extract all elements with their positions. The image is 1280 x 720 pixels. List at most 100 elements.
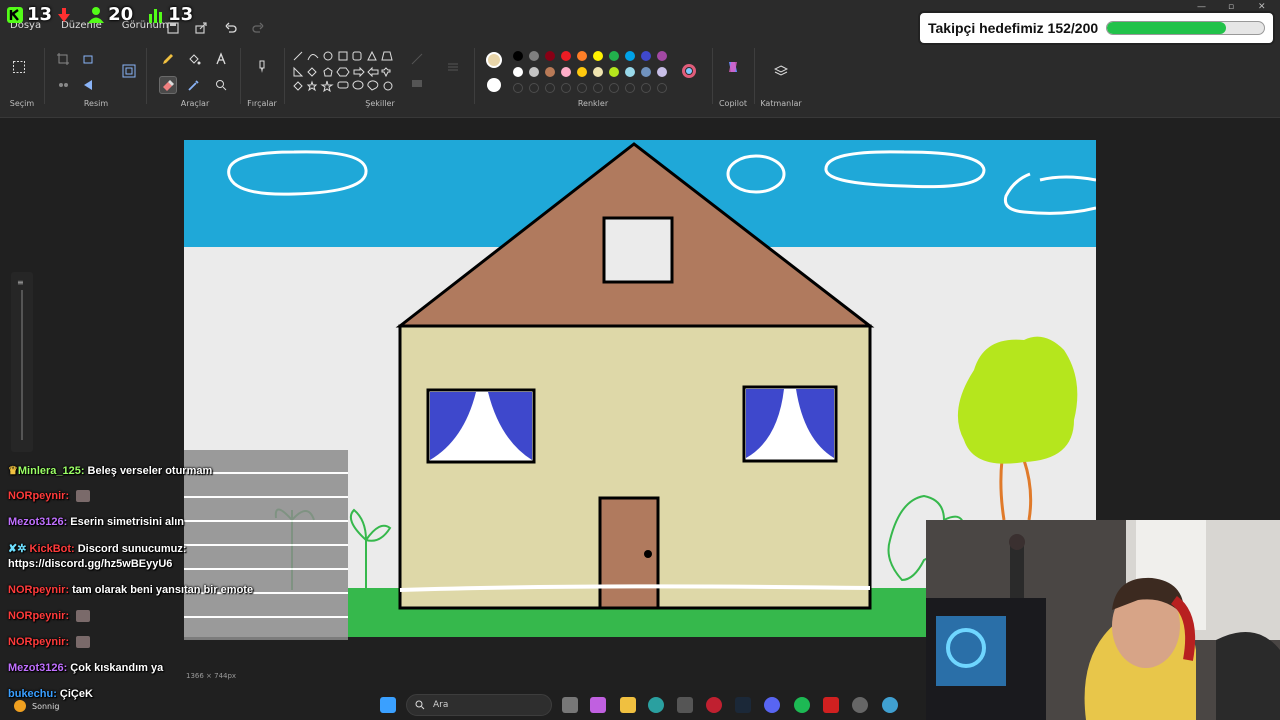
- ribbon-divider: [712, 48, 713, 104]
- brush-icon[interactable]: [253, 58, 271, 76]
- color-swatch[interactable]: [641, 67, 651, 77]
- color-swatch[interactable]: [657, 67, 667, 77]
- pencil-icon[interactable]: [159, 50, 177, 68]
- color-picker-icon[interactable]: [185, 76, 203, 94]
- flip-icon[interactable]: [80, 76, 98, 94]
- goal-progress-fill: [1107, 22, 1227, 34]
- color-swatch[interactable]: [561, 67, 571, 77]
- chat-message: NORpeynir: tam olarak beni yansıtan bir e…: [8, 584, 254, 596]
- emote-icon: [76, 636, 91, 649]
- chat-message: NORpeynir:: [8, 490, 91, 503]
- ribbon-divider: [754, 48, 755, 104]
- color-swatch[interactable]: [545, 51, 555, 61]
- stat-peak: 13: [147, 4, 193, 25]
- color-swatch[interactable]: [657, 51, 667, 61]
- color-swatch[interactable]: [577, 67, 587, 77]
- door-knob: [644, 550, 652, 558]
- obs-icon[interactable]: [852, 697, 868, 713]
- background-remove-icon[interactable]: [120, 62, 138, 80]
- color-swatch[interactable]: [561, 51, 571, 61]
- color-swatch[interactable]: [593, 83, 603, 93]
- layers-icon[interactable]: [772, 62, 790, 80]
- color-swatch[interactable]: [545, 83, 555, 93]
- paint-icon[interactable]: [882, 697, 898, 713]
- goal-progress-bar: [1106, 21, 1265, 35]
- color-swatch[interactable]: [577, 51, 587, 61]
- color-swatch[interactable]: [593, 67, 603, 77]
- eraser-icon[interactable]: [159, 76, 177, 94]
- color-swatch[interactable]: [529, 67, 539, 77]
- webcam-feed: [926, 520, 1280, 720]
- color-swatch[interactable]: [513, 51, 523, 61]
- copilot-taskbar-icon[interactable]: [590, 697, 606, 713]
- steam-icon[interactable]: [735, 697, 751, 713]
- chat-message: NORpeynir:: [8, 610, 91, 623]
- color-swatch[interactable]: [609, 83, 619, 93]
- goal-text: Takipçi hedefimiz 152/200: [928, 20, 1099, 36]
- color-swatch[interactable]: [561, 83, 571, 93]
- group-brushes: Fırçalar: [242, 44, 282, 114]
- opera-icon[interactable]: [706, 697, 722, 713]
- stat-viewers: 20: [87, 4, 133, 25]
- taskbar-search[interactable]: Ara: [406, 694, 552, 716]
- color-swatch[interactable]: [641, 83, 651, 93]
- color-swatch[interactable]: [513, 67, 523, 77]
- edge-icon[interactable]: [648, 697, 664, 713]
- slider-handle-icon[interactable]: ≡: [17, 278, 27, 287]
- color-swatch[interactable]: [641, 51, 651, 61]
- rotate-icon[interactable]: [54, 76, 72, 94]
- chat-message: ♛Minlera_125: Beleş verseler oturmam: [8, 465, 213, 477]
- zoom-slider[interactable]: ≡: [11, 272, 33, 452]
- weather-widget[interactable]: Sonnig: [14, 700, 59, 712]
- fill-icon[interactable]: [185, 50, 203, 68]
- color-swatch[interactable]: [513, 83, 523, 93]
- color-swatch[interactable]: [609, 67, 619, 77]
- file-explorer-icon[interactable]: [620, 697, 636, 713]
- color-swatch[interactable]: [625, 51, 635, 61]
- voice-app-icon[interactable]: [823, 697, 839, 713]
- text-icon[interactable]: [212, 50, 230, 68]
- color-swatch[interactable]: [625, 67, 635, 77]
- discord-icon[interactable]: [764, 697, 780, 713]
- store-icon[interactable]: [677, 697, 693, 713]
- color-swatch[interactable]: [545, 67, 555, 77]
- redo-icon[interactable]: [249, 19, 267, 37]
- crop-icon[interactable]: [54, 50, 72, 68]
- ribbon-divider: [146, 48, 147, 104]
- shape-outline-icon[interactable]: [408, 50, 426, 68]
- spotify-icon[interactable]: [794, 697, 810, 713]
- rect-select-icon[interactable]: [10, 58, 28, 76]
- follower-goal-widget: Takipçi hedefimiz 152/200: [918, 11, 1275, 45]
- color-swatch[interactable]: [529, 83, 539, 93]
- color-swatch[interactable]: [609, 51, 619, 61]
- resize-icon[interactable]: [80, 50, 98, 68]
- color-swatch[interactable]: [529, 51, 539, 61]
- color-swatch[interactable]: [593, 51, 603, 61]
- emote-icon: [76, 490, 91, 503]
- magnifier-icon[interactable]: [212, 76, 230, 94]
- color-swatch[interactable]: [577, 83, 587, 93]
- primary-color-swatch[interactable]: [486, 52, 502, 68]
- group-selection: Seçim: [0, 44, 44, 114]
- group-label-brushes: Fırçalar: [247, 99, 277, 108]
- webcam-image: [926, 520, 1280, 720]
- chat-message: ✘✲ KickBot: Discord sunucumuz:: [8, 543, 187, 555]
- chat-message: Mezot3126: Eserin simetrisini alın: [8, 516, 185, 528]
- group-shapes: Şekiller: [288, 44, 472, 114]
- undo-icon[interactable]: [222, 19, 240, 37]
- shapes-gallery[interactable]: [292, 50, 402, 98]
- copilot-icon[interactable]: [724, 58, 742, 76]
- group-label-image: Resim: [83, 99, 109, 108]
- task-view-icon[interactable]: [562, 697, 578, 713]
- secondary-color-swatch[interactable]: [487, 78, 501, 92]
- start-icon[interactable]: [380, 697, 396, 713]
- stream-stats: 13 20 13: [6, 4, 193, 25]
- shape-fill-icon[interactable]: [408, 74, 426, 92]
- share-icon[interactable]: [192, 19, 210, 37]
- shape-size-icon[interactable]: [444, 58, 462, 76]
- ribbon-divider: [44, 48, 45, 104]
- chat-backdrop: [184, 450, 348, 640]
- color-swatch[interactable]: [657, 83, 667, 93]
- color-swatch[interactable]: [625, 83, 635, 93]
- edit-colors-icon[interactable]: [680, 62, 698, 80]
